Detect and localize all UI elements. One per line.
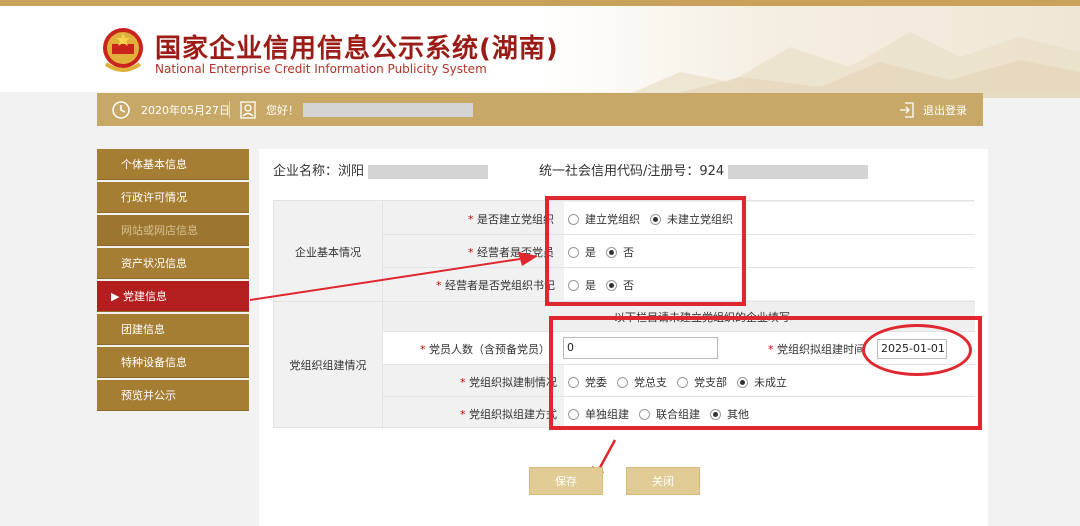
close-button[interactable]: 关闭	[626, 467, 700, 495]
save-button[interactable]: 保存	[529, 467, 603, 495]
annotation-arrows	[249, 252, 617, 488]
